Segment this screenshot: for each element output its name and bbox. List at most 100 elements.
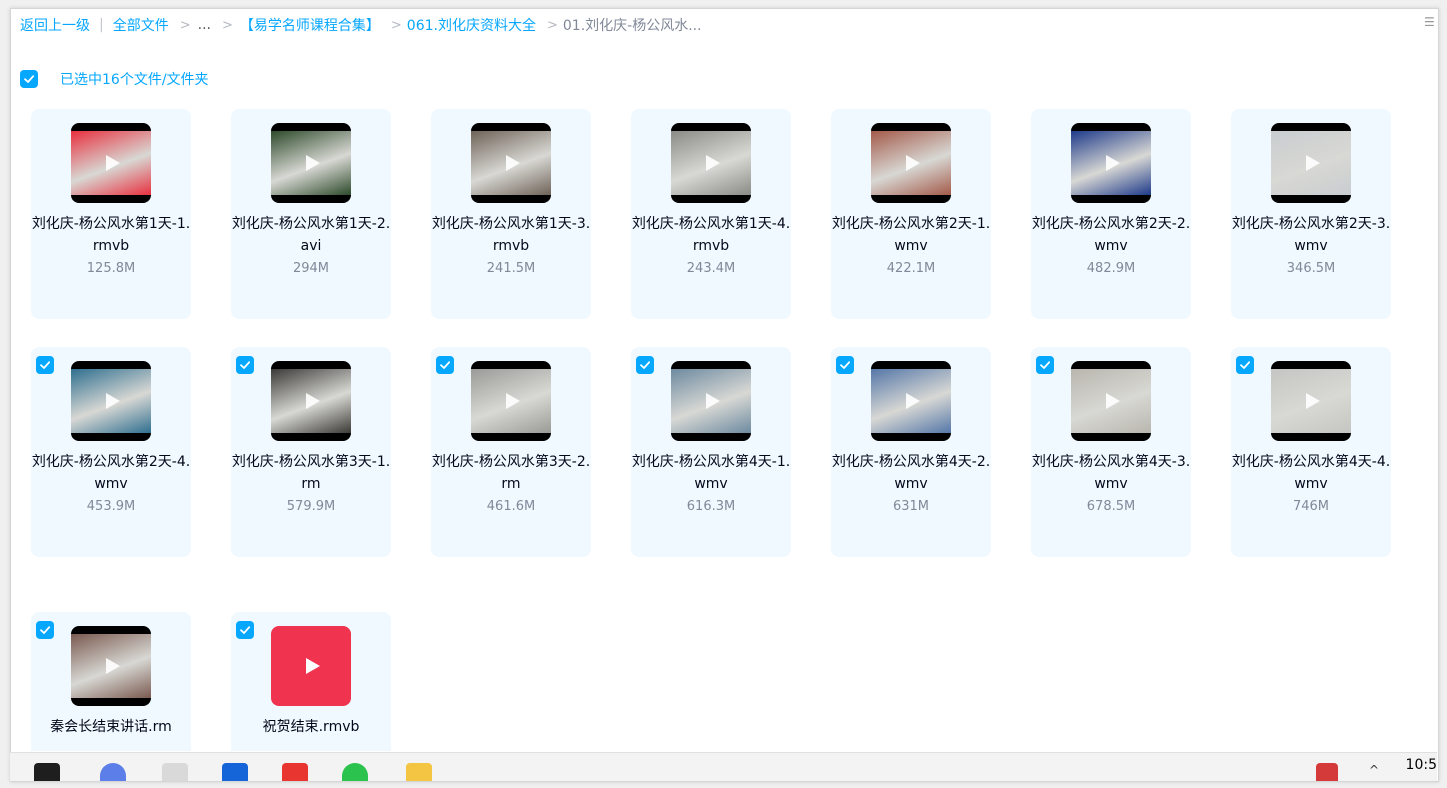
video-thumbnail[interactable] <box>671 361 751 441</box>
file-name: 秦会长结束讲话.rm <box>50 719 172 735</box>
file-checkbox[interactable] <box>36 621 54 639</box>
file-card[interactable]: 秦会长结束讲话.rm <box>31 612 191 751</box>
check-icon <box>40 361 51 369</box>
file-size: 294M <box>292 261 330 276</box>
file-size: 579.9M <box>286 499 336 514</box>
video-thumbnail[interactable] <box>271 626 351 706</box>
terminal-icon[interactable] <box>34 763 60 781</box>
file-card[interactable]: 刘化庆-杨公风水第3天-1.rm 579.9M <box>231 347 391 557</box>
check-icon <box>40 626 51 634</box>
tray-app-icon[interactable] <box>1316 763 1338 781</box>
file-card[interactable]: 祝贺结束.rmvb <box>231 612 391 751</box>
play-icon <box>706 155 720 171</box>
video-thumbnail[interactable] <box>271 361 351 441</box>
file-name: 刘化庆-杨公风水第1天-2.avi <box>231 216 391 254</box>
file-card[interactable]: 刘化庆-杨公风水第2天-2.wmv 482.9M <box>1031 109 1191 319</box>
breadcrumb-folder-1[interactable]: 【易学名师课程合集】 <box>240 15 380 35</box>
file-size: 461.6M <box>486 499 536 514</box>
video-thumbnail[interactable] <box>1071 361 1151 441</box>
file-card[interactable]: 刘化庆-杨公风水第4天-1.wmv 616.3M <box>631 347 791 557</box>
breadcrumb-ellipsis[interactable]: ... <box>198 17 211 33</box>
file-checkbox[interactable] <box>236 356 254 374</box>
taskbar: ^ 10:5 <box>10 752 1437 781</box>
play-icon <box>306 658 320 674</box>
file-name: 刘化庆-杨公风水第4天-3.wmv <box>1031 454 1191 492</box>
check-icon <box>240 626 251 634</box>
file-checkbox[interactable] <box>1236 356 1254 374</box>
play-icon <box>506 393 520 409</box>
video-thumbnail[interactable] <box>71 123 151 203</box>
breadcrumb: 返回上一级 | 全部文件 > ... > 【易学名师课程合集】 > 061.刘化… <box>20 15 702 35</box>
video-thumbnail[interactable] <box>71 626 151 706</box>
file-card[interactable]: 刘化庆-杨公风水第4天-2.wmv 631M <box>831 347 991 557</box>
play-icon <box>106 155 120 171</box>
check-icon <box>1240 361 1251 369</box>
breadcrumb-divider: | <box>99 17 104 33</box>
file-name: 刘化庆-杨公风水第1天-1.rmvb <box>31 216 191 254</box>
office-app-icon[interactable] <box>282 763 308 781</box>
play-icon <box>906 393 920 409</box>
video-thumbnail[interactable] <box>671 123 751 203</box>
document-app-icon[interactable] <box>162 763 188 781</box>
file-checkbox[interactable] <box>36 356 54 374</box>
search-app-icon[interactable] <box>222 763 248 781</box>
chevron-right-icon: > <box>390 17 402 33</box>
file-card[interactable]: 刘化庆-杨公风水第1天-4.rmvb 243.4M <box>631 109 791 319</box>
video-thumbnail[interactable] <box>1271 123 1351 203</box>
file-card[interactable]: 刘化庆-杨公风水第2天-4.wmv 453.9M <box>31 347 191 557</box>
video-thumbnail[interactable] <box>1271 361 1351 441</box>
file-size: 631M <box>892 499 930 514</box>
video-thumbnail[interactable] <box>871 123 951 203</box>
file-name: 刘化庆-杨公风水第4天-2.wmv <box>831 454 991 492</box>
play-icon <box>1106 393 1120 409</box>
file-card[interactable]: 刘化庆-杨公风水第1天-2.avi 294M <box>231 109 391 319</box>
play-icon <box>506 155 520 171</box>
file-size: 453.9M <box>86 499 136 514</box>
file-checkbox[interactable] <box>236 621 254 639</box>
video-thumbnail[interactable] <box>871 361 951 441</box>
chevron-up-icon[interactable]: ^ <box>1369 763 1379 777</box>
file-name: 刘化庆-杨公风水第4天-4.wmv <box>1231 454 1391 492</box>
selection-bar: 已选中16个文件/文件夹 <box>20 69 209 89</box>
file-size: 678.5M <box>1086 499 1136 514</box>
file-card[interactable]: 刘化庆-杨公风水第2天-3.wmv 346.5M <box>1231 109 1391 319</box>
file-size: 125.8M <box>86 261 136 276</box>
file-checkbox[interactable] <box>636 356 654 374</box>
more-icon[interactable]: ☰ <box>1424 15 1435 29</box>
file-checkbox[interactable] <box>436 356 454 374</box>
chevron-right-icon: > <box>546 17 558 33</box>
select-all-checkbox[interactable] <box>20 70 38 88</box>
file-browser-window: 返回上一级 | 全部文件 > ... > 【易学名师课程合集】 > 061.刘化… <box>10 8 1439 782</box>
breadcrumb-current: 01.刘化庆-杨公风水... <box>562 18 702 34</box>
video-thumbnail[interactable] <box>471 361 551 441</box>
file-size: 243.4M <box>686 261 736 276</box>
file-card[interactable]: 刘化庆-杨公风水第1天-3.rmvb 241.5M <box>431 109 591 319</box>
file-card[interactable]: 刘化庆-杨公风水第2天-1.wmv 422.1M <box>831 109 991 319</box>
photos-app-icon[interactable] <box>406 763 432 781</box>
video-thumbnail[interactable] <box>271 123 351 203</box>
file-checkbox[interactable] <box>1036 356 1054 374</box>
video-thumbnail[interactable] <box>71 361 151 441</box>
file-card[interactable]: 刘化庆-杨公风水第1天-1.rmvb 125.8M <box>31 109 191 319</box>
check-icon <box>840 361 851 369</box>
breadcrumb-all-files[interactable]: 全部文件 <box>113 15 169 35</box>
cloud-app-icon[interactable] <box>100 763 126 781</box>
file-name: 刘化庆-杨公风水第1天-4.rmvb <box>631 216 791 254</box>
video-thumbnail[interactable] <box>471 123 551 203</box>
chat-app-icon[interactable] <box>342 763 368 781</box>
check-icon <box>1040 361 1051 369</box>
file-checkbox[interactable] <box>836 356 854 374</box>
play-icon <box>106 393 120 409</box>
file-card[interactable]: 刘化庆-杨公风水第4天-4.wmv 746M <box>1231 347 1391 557</box>
play-icon <box>706 393 720 409</box>
file-grid: 刘化庆-杨公风水第1天-1.rmvb 125.8M 刘化庆-杨公风水第1天-2.av… <box>11 109 1438 751</box>
play-icon <box>1306 155 1320 171</box>
file-name: 刘化庆-杨公风水第2天-2.wmv <box>1031 216 1191 254</box>
file-card[interactable]: 刘化庆-杨公风水第4天-3.wmv 678.5M <box>1031 347 1191 557</box>
breadcrumb-folder-2[interactable]: 061.刘化庆资料大全 <box>407 15 536 35</box>
file-name: 祝贺结束.rmvb <box>262 719 360 735</box>
file-card[interactable]: 刘化庆-杨公风水第3天-2.rm 461.6M <box>431 347 591 557</box>
back-link[interactable]: 返回上一级 <box>20 15 90 35</box>
file-name: 刘化庆-杨公风水第2天-4.wmv <box>31 454 191 492</box>
video-thumbnail[interactable] <box>1071 123 1151 203</box>
